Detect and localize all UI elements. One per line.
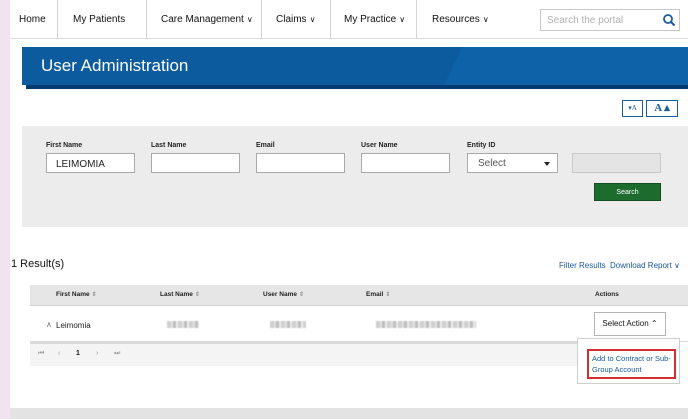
user-name-label: User Name	[361, 142, 398, 149]
nav-care-management[interactable]: Care Management ∨	[161, 0, 253, 39]
last-page-icon[interactable]: ⏭	[114, 350, 120, 358]
chevron-up-icon: ⌃	[650, 319, 658, 328]
select-action-button[interactable]: Select Action ⌃	[594, 312, 666, 336]
first-page-icon[interactable]: ⏮	[38, 350, 44, 358]
footer	[10, 408, 688, 419]
email-field	[256, 153, 345, 174]
chevron-down-icon: ∨	[309, 15, 316, 24]
last-name-label: Last Name	[151, 142, 187, 149]
caret-down-icon	[544, 162, 550, 166]
results-count: 1 Result(s)	[11, 258, 65, 270]
column-last-name[interactable]: Last Name ⇕	[160, 291, 200, 298]
search-panel: First Name Last Name Email User Name Ent…	[22, 126, 688, 227]
redacted-last-name	[167, 321, 199, 328]
chevron-down-icon: ∨	[399, 15, 406, 24]
top-nav: Home My Patients Care Management ∨ Claims…	[10, 0, 688, 39]
cell-first-name: Leimomia	[56, 321, 91, 330]
redacted-email	[376, 321, 476, 328]
action-dropdown-menu: Add to Contract or Sub-Group Account	[577, 338, 680, 384]
user-name-input[interactable]	[362, 155, 449, 174]
column-email[interactable]: Email ⇕	[366, 291, 390, 298]
nav-home[interactable]: Home	[19, 0, 46, 39]
chevron-down-icon: ∨	[246, 15, 253, 24]
nav-claims[interactable]: Claims ∨	[276, 0, 315, 39]
chevron-up-icon[interactable]: ∧	[46, 320, 52, 329]
add-to-contract-menu-item[interactable]: Add to Contract or Sub-Group Account	[587, 349, 676, 379]
next-page-icon[interactable]: ›	[96, 350, 98, 357]
chevron-down-icon: ∨	[482, 15, 489, 24]
nav-my-practice[interactable]: My Practice ∨	[344, 0, 405, 39]
last-name-input[interactable]	[152, 155, 239, 174]
download-report-link[interactable]: Download Report ∨	[610, 261, 680, 270]
column-actions: Actions	[595, 291, 619, 298]
first-name-field	[46, 153, 135, 174]
redacted-user-name	[270, 321, 306, 328]
column-first-name[interactable]: First Name ⇕	[56, 291, 97, 298]
page-title: User Administration	[41, 56, 189, 75]
chevron-down-icon: ∨	[674, 261, 680, 270]
last-name-field	[151, 153, 240, 174]
sort-icon: ⇕	[385, 292, 391, 298]
column-user-name[interactable]: User Name ⇕	[263, 291, 304, 298]
nav-my-patients[interactable]: My Patients	[73, 0, 125, 39]
disabled-field	[572, 153, 661, 173]
email-input[interactable]	[257, 155, 344, 174]
decrease-font-button[interactable]: ▾A	[622, 100, 643, 117]
entity-id-value: Select	[478, 158, 506, 169]
user-name-field	[361, 153, 450, 174]
sort-icon: ⇕	[91, 292, 97, 298]
first-name-label: First Name	[46, 142, 83, 149]
current-page[interactable]: 1	[76, 350, 80, 357]
search-button[interactable]: Search	[594, 183, 661, 201]
filter-results-link[interactable]: Filter Results	[559, 261, 606, 270]
page-banner: User Administration	[22, 47, 688, 85]
nav-resources[interactable]: Resources ∨	[432, 0, 489, 39]
increase-font-button[interactable]: A ▴	[646, 100, 678, 117]
table-row: ∧ Leimomia Select Action ⌃	[30, 306, 688, 342]
table-header: First Name ⇕ Last Name ⇕ User Name ⇕ Email ⇕…	[30, 285, 688, 306]
first-name-input[interactable]	[47, 155, 134, 174]
sort-icon: ⇕	[194, 292, 200, 298]
prev-page-icon[interactable]: ‹	[58, 350, 60, 357]
sort-icon: ⇕	[298, 292, 304, 298]
pagination: ⏮ ‹ 1 › ⏭	[30, 342, 582, 366]
entity-id-select[interactable]: Select	[467, 153, 558, 173]
entity-id-label: Entity ID	[467, 142, 496, 149]
page: Home My Patients Care Management ∨ Claims…	[10, 0, 688, 419]
portal-search	[540, 9, 680, 31]
portal-search-input[interactable]	[541, 10, 659, 30]
search-icon[interactable]	[662, 13, 676, 27]
email-label: Email	[256, 142, 275, 149]
